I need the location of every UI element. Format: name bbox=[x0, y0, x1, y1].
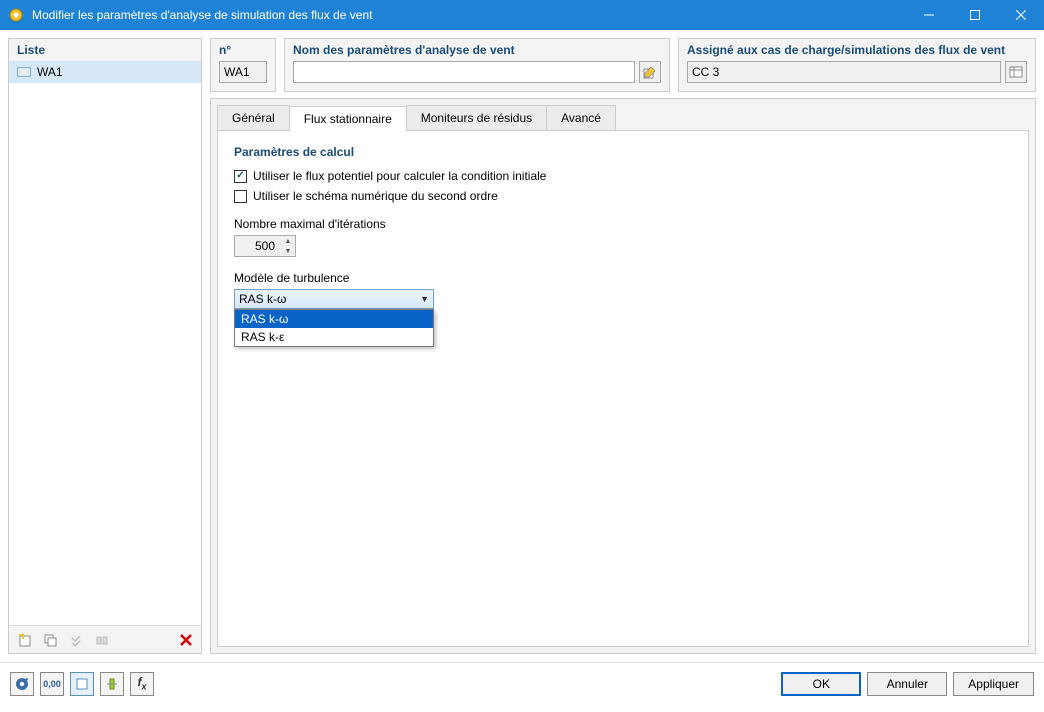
window-title: Modifier les paramètres d'analyse de sim… bbox=[32, 8, 906, 22]
tab-container: Général Flux stationnaire Moniteurs de r… bbox=[210, 98, 1036, 654]
maximize-button[interactable] bbox=[952, 0, 998, 30]
close-button[interactable] bbox=[998, 0, 1044, 30]
ok-button[interactable]: OK bbox=[781, 672, 861, 696]
tab-content: Paramètres de calcul Utiliser le flux po… bbox=[217, 130, 1029, 647]
new-item-button[interactable] bbox=[13, 629, 35, 651]
list-panel: Liste WA1 bbox=[8, 38, 202, 654]
list-item[interactable]: WA1 bbox=[9, 61, 201, 83]
edit-name-button[interactable] bbox=[639, 61, 661, 83]
list-header: Liste bbox=[9, 39, 201, 61]
minimize-button[interactable] bbox=[906, 0, 952, 30]
list-box[interactable]: WA1 bbox=[9, 61, 201, 625]
turbulence-label: Modèle de turbulence bbox=[234, 271, 1012, 285]
footer-tool-3[interactable] bbox=[70, 672, 94, 696]
turbulence-dropdown: RAS k-ω RAS k-ε bbox=[234, 309, 434, 347]
toolbar-button-3[interactable] bbox=[65, 629, 87, 651]
number-input[interactable] bbox=[219, 61, 267, 83]
list-toolbar bbox=[9, 625, 201, 653]
name-label: Nom des paramètres d'analyse de vent bbox=[293, 43, 661, 57]
checkbox-second-order[interactable] bbox=[234, 190, 247, 203]
list-item-icon bbox=[17, 67, 31, 77]
tab-strip: Général Flux stationnaire Moniteurs de r… bbox=[211, 99, 1035, 130]
checkbox-potential-flow[interactable] bbox=[234, 170, 247, 183]
cancel-button[interactable]: Annuler bbox=[867, 672, 947, 696]
apply-button[interactable]: Appliquer bbox=[953, 672, 1034, 696]
iterations-label: Nombre maximal d'itérations bbox=[234, 217, 1012, 231]
delete-item-button[interactable] bbox=[175, 629, 197, 651]
field-group-number: n° bbox=[210, 38, 276, 92]
footer-tool-4[interactable] bbox=[100, 672, 124, 696]
list-item-label: WA1 bbox=[37, 65, 63, 79]
toolbar-button-4[interactable] bbox=[91, 629, 113, 651]
combo-option[interactable]: RAS k-ε bbox=[235, 328, 433, 346]
app-icon bbox=[8, 7, 24, 23]
assigned-input[interactable] bbox=[687, 61, 1001, 83]
tab-flux-stationnaire[interactable]: Flux stationnaire bbox=[289, 106, 407, 131]
assigned-picker-button[interactable] bbox=[1005, 61, 1027, 83]
tab-avance[interactable]: Avancé bbox=[546, 105, 616, 130]
spinner-up[interactable]: ▲ bbox=[281, 236, 295, 246]
combo-option[interactable]: RAS k-ω bbox=[235, 310, 433, 328]
number-label: n° bbox=[219, 43, 267, 57]
footer-tool-units[interactable]: 0,00 bbox=[40, 672, 64, 696]
turbulence-value: RAS k-ω bbox=[239, 292, 420, 306]
name-input[interactable] bbox=[293, 61, 635, 83]
assigned-label: Assigné aux cas de charge/simulations de… bbox=[687, 43, 1027, 57]
section-title: Paramètres de calcul bbox=[234, 145, 1012, 159]
field-group-name: Nom des paramètres d'analyse de vent bbox=[284, 38, 670, 92]
checkbox-second-order-label: Utiliser le schéma numérique du second o… bbox=[253, 189, 498, 203]
tab-general[interactable]: Général bbox=[217, 105, 290, 130]
copy-item-button[interactable] bbox=[39, 629, 61, 651]
iterations-spinner[interactable]: 500 ▲ ▼ bbox=[234, 235, 296, 257]
spinner-down[interactable]: ▼ bbox=[281, 246, 295, 256]
titlebar: Modifier les paramètres d'analyse de sim… bbox=[0, 0, 1044, 30]
turbulence-combo[interactable]: RAS k-ω ▼ RAS k-ω RAS k-ε bbox=[234, 289, 434, 309]
field-group-assigned: Assigné aux cas de charge/simulations de… bbox=[678, 38, 1036, 92]
footer-tool-fx[interactable]: fx bbox=[130, 672, 154, 696]
checkbox-potential-flow-label: Utiliser le flux potentiel pour calculer… bbox=[253, 169, 546, 183]
dialog-footer: 0,00 fx OK Annuler Appliquer bbox=[0, 662, 1044, 704]
footer-tool-help[interactable] bbox=[10, 672, 34, 696]
tab-moniteurs[interactable]: Moniteurs de résidus bbox=[406, 105, 547, 130]
chevron-down-icon: ▼ bbox=[420, 294, 429, 304]
iterations-value: 500 bbox=[235, 236, 281, 256]
